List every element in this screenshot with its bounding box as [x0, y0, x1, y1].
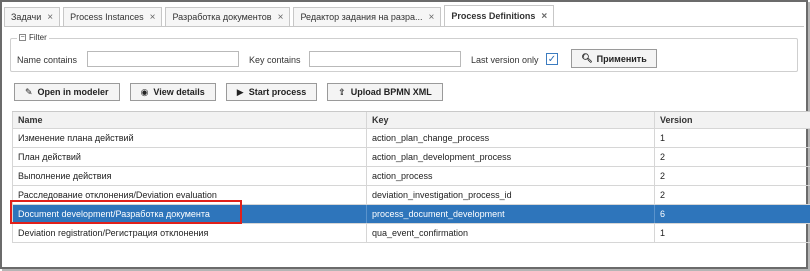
tab-document-development[interactable]: Разработка документов ×	[165, 7, 291, 26]
apply-button-label: Применить	[596, 53, 647, 64]
column-header-key[interactable]: Key	[367, 112, 655, 128]
start-process-button[interactable]: ▶ Start process	[225, 83, 318, 101]
open-in-modeler-label: Open in modeler	[37, 87, 109, 97]
tab-task-editor[interactable]: Редактор задания на разра... ×	[293, 7, 442, 26]
cell-name: Расследование отклонения/Deviation evalu…	[12, 186, 367, 204]
tab-label: Редактор задания на разра...	[300, 12, 423, 22]
eye-icon: ◉	[140, 86, 149, 97]
close-icon[interactable]: ×	[150, 12, 156, 23]
table-row[interactable]: Расследование отклонения/Deviation evalu…	[12, 186, 810, 205]
name-contains-label: Name contains	[17, 55, 78, 65]
cell-name: Изменение плана действий	[12, 129, 367, 147]
key-contains-input[interactable]	[309, 51, 461, 67]
toolbar: ✎ Open in modeler ◉ View details ▶ Start…	[14, 83, 453, 101]
table-row[interactable]: Deviation registration/Регистрация откло…	[12, 224, 810, 243]
cell-name: Document development/Разработка документ…	[12, 205, 367, 223]
cell-version: 2	[660, 171, 666, 181]
tab-label: Process Definitions	[451, 11, 536, 21]
tab-label: Задачи	[11, 12, 42, 22]
filter-legend-label: Filter	[29, 33, 47, 42]
cell-name: Deviation registration/Регистрация откло…	[12, 224, 367, 242]
app-window: Задачи × Process Instances × Разработка …	[0, 0, 810, 269]
upload-bpmn-button[interactable]: ⇪ Upload BPMN XML	[327, 83, 443, 101]
play-icon: ▶	[236, 86, 244, 97]
tab-label: Process Instances	[70, 12, 144, 22]
table-header: Name Key Version	[12, 111, 810, 129]
process-definitions-table: Name Key Version Изменение плана действи…	[12, 111, 810, 243]
view-details-button[interactable]: ◉ View details	[129, 83, 216, 101]
last-version-label: Last version only	[471, 55, 539, 65]
cell-key: qua_event_confirmation	[367, 224, 655, 242]
column-header-name[interactable]: Name	[12, 112, 367, 128]
cell-key: process_document_development	[367, 205, 655, 223]
tab-process-instances[interactable]: Process Instances ×	[63, 7, 163, 26]
close-icon[interactable]: ×	[428, 12, 434, 23]
cell-name: План действий	[12, 148, 367, 166]
open-in-modeler-button[interactable]: ✎ Open in modeler	[14, 83, 120, 101]
filter-panel: − Filter Name contains Key contains Last…	[10, 33, 798, 72]
search-icon: 🔍︎	[581, 53, 593, 63]
filter-legend[interactable]: − Filter	[17, 33, 49, 42]
cell-version: 1	[660, 133, 666, 143]
tab-process-definitions[interactable]: Process Definitions ×	[444, 5, 555, 26]
edit-icon: ✎	[25, 86, 33, 97]
upload-icon: ⇪	[338, 86, 346, 97]
tab-bar: Задачи × Process Instances × Разработка …	[4, 5, 804, 27]
name-contains-input[interactable]	[87, 51, 239, 67]
cell-key: action_plan_development_process	[367, 148, 655, 166]
check-icon: ✓	[547, 53, 557, 65]
table-row[interactable]: Выполнение действия action_process 2	[12, 167, 810, 186]
table-row[interactable]: Изменение плана действий action_plan_cha…	[12, 129, 810, 148]
start-process-label: Start process	[248, 87, 307, 97]
tab-label: Разработка документов	[172, 12, 272, 22]
cell-key: action_process	[367, 167, 655, 185]
upload-bpmn-label: Upload BPMN XML	[350, 87, 432, 97]
close-icon[interactable]: ×	[47, 12, 53, 23]
close-icon[interactable]: ×	[541, 11, 547, 22]
cell-key: deviation_investigation_process_id	[367, 186, 655, 204]
key-contains-label: Key contains	[249, 55, 301, 65]
cell-version: 2	[660, 190, 666, 200]
last-version-checkbox[interactable]: ✓	[546, 53, 558, 65]
collapse-icon[interactable]: −	[19, 34, 26, 41]
view-details-label: View details	[153, 87, 205, 97]
cell-version: 6	[660, 209, 666, 219]
cell-version: 2	[660, 152, 666, 162]
apply-button[interactable]: 🔍︎ Применить	[571, 49, 657, 68]
cell-name: Выполнение действия	[12, 167, 367, 185]
table-row-selected[interactable]: Document development/Разработка документ…	[12, 205, 810, 224]
close-icon[interactable]: ×	[278, 12, 284, 23]
cell-key: action_plan_change_process	[367, 129, 655, 147]
cell-version: 1	[660, 228, 666, 238]
column-header-version[interactable]: Version	[655, 112, 810, 128]
tab-tasks[interactable]: Задачи ×	[4, 7, 61, 26]
table-row[interactable]: План действий action_plan_development_pr…	[12, 148, 810, 167]
